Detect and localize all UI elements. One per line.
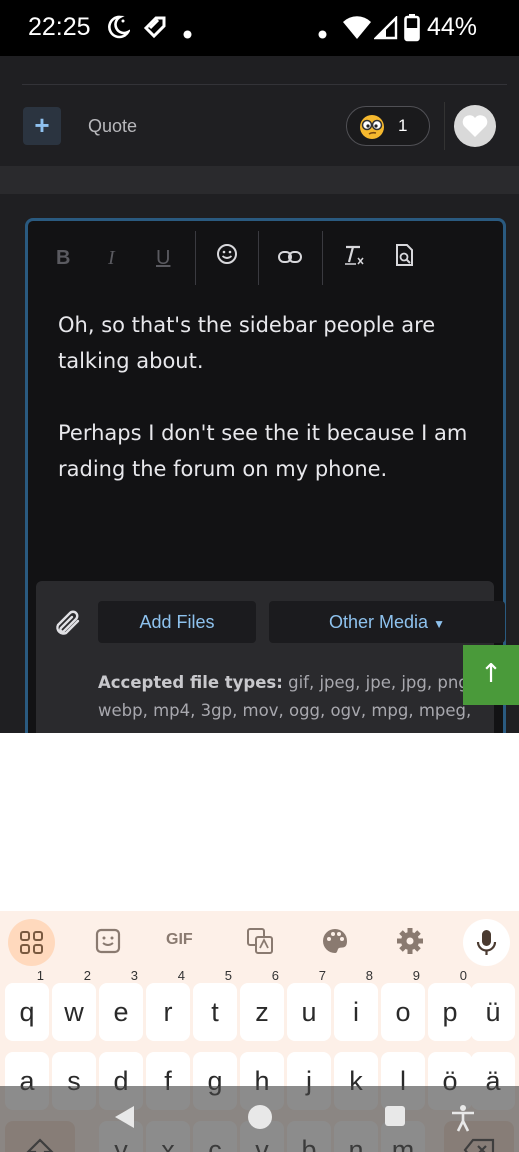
key-w[interactable]: w2 <box>52 969 96 1041</box>
multi-quote-plus-button[interactable]: + <box>23 107 61 145</box>
reaction-count: 1 <box>398 116 408 135</box>
editor-toolbar: B I U <box>28 221 503 291</box>
key-t[interactable]: t5 <box>193 969 237 1041</box>
key-label: w <box>64 997 84 1027</box>
other-media-dropdown[interactable]: Other Media ▼ <box>269 601 505 643</box>
other-media-label: Other Media <box>329 612 429 632</box>
key-label: o <box>395 997 411 1027</box>
key-label: ü <box>485 997 501 1027</box>
key-u-umlaut[interactable]: ü <box>471 983 515 1041</box>
key-z[interactable]: z6 <box>240 969 284 1041</box>
accepted-file-types: Accepted file types: gif, jpeg, jpe, jpg… <box>98 669 488 725</box>
keyboard-suggestion-bar: GIF <box>0 911 519 973</box>
tag-icon <box>142 14 168 44</box>
recents-icon[interactable] <box>383 1104 407 1132</box>
key-hint: 9 <box>412 968 420 983</box>
key-hint: 8 <box>365 968 373 983</box>
section-band <box>0 166 519 194</box>
post-footer: + Quote 1 <box>0 56 519 166</box>
apps-grid-button[interactable] <box>8 919 55 966</box>
apps-grid-icon <box>20 931 43 954</box>
key-label: p <box>442 997 458 1027</box>
dot-icon <box>318 24 327 43</box>
key-hint: 7 <box>318 968 326 983</box>
key-o[interactable]: o9 <box>381 969 425 1041</box>
wifi-icon <box>342 16 372 44</box>
translate-icon[interactable] <box>245 926 277 958</box>
mic-icon <box>476 930 497 955</box>
quote-link[interactable]: Quote <box>88 116 137 137</box>
sticker-icon[interactable] <box>93 926 125 958</box>
divider <box>22 84 507 85</box>
key-label: e <box>113 997 129 1027</box>
toolbar-separator <box>258 231 259 285</box>
bold-button[interactable]: B <box>56 247 70 270</box>
notification-dot-icon <box>183 24 192 43</box>
key-label: z <box>255 997 269 1027</box>
accepted-types-label: Accepted file types: <box>98 673 283 692</box>
palette-icon[interactable] <box>320 926 352 958</box>
preview-icon[interactable] <box>394 243 416 273</box>
do-not-disturb-moon-icon <box>106 14 132 44</box>
gif-button[interactable]: GIF <box>166 931 206 963</box>
editor-content[interactable]: Oh, so that's the sidebar people are tal… <box>58 307 488 523</box>
key-p[interactable]: p0 <box>428 969 472 1041</box>
key-q[interactable]: q1 <box>5 969 49 1041</box>
editor-paragraph: Perhaps I don't see the it because I am … <box>58 421 468 481</box>
cell-signal-icon <box>373 15 398 44</box>
key-label: i <box>353 997 359 1027</box>
key-i[interactable]: i8 <box>334 969 378 1041</box>
key-hint: 4 <box>177 968 185 983</box>
back-icon[interactable] <box>112 1104 136 1134</box>
thinking-emoji-icon <box>359 114 387 144</box>
emoji-icon[interactable] <box>216 243 238 271</box>
battery-icon <box>404 14 420 46</box>
toolbar-separator <box>322 231 323 285</box>
editor-paragraph: Oh, so that's the sidebar people are tal… <box>58 313 436 373</box>
mic-button[interactable] <box>463 919 510 966</box>
like-button[interactable] <box>454 105 496 147</box>
system-navigation-bar <box>0 1086 519 1152</box>
heart-icon <box>462 115 488 137</box>
key-hint: 6 <box>271 968 279 983</box>
key-hint: 1 <box>36 968 44 983</box>
status-bar: 22:25 44% <box>0 0 519 56</box>
settings-icon[interactable] <box>395 926 427 958</box>
scroll-to-top-button[interactable]: ↑ <box>463 645 519 705</box>
key-label: q <box>19 997 35 1027</box>
blank-area <box>0 733 519 911</box>
reaction-summary-button[interactable]: 1 <box>346 106 430 146</box>
key-hint: 2 <box>83 968 91 983</box>
clear-formatting-icon[interactable] <box>342 243 366 273</box>
link-icon[interactable] <box>278 247 302 270</box>
key-label: r <box>163 997 173 1027</box>
home-icon[interactable] <box>246 1103 274 1135</box>
key-label: u <box>301 997 317 1027</box>
status-time: 22:25 <box>28 13 91 41</box>
paperclip-icon <box>52 607 84 643</box>
key-e[interactable]: e3 <box>99 969 143 1041</box>
toolbar-separator <box>195 231 196 285</box>
italic-button[interactable]: I <box>108 247 115 270</box>
add-files-button[interactable]: Add Files <box>98 601 256 643</box>
key-hint: 5 <box>224 968 232 983</box>
forum-page: + Quote 1 B I U Oh, so that's the sideba… <box>0 56 519 733</box>
battery-percent: 44% <box>427 13 478 41</box>
key-hint: 0 <box>459 968 467 983</box>
separator <box>444 102 445 150</box>
key-u[interactable]: u7 <box>287 969 331 1041</box>
attachment-panel: Add Files Other Media ▼ Accepted file ty… <box>36 581 505 733</box>
caret-down-icon: ▼ <box>433 617 445 631</box>
accessibility-icon[interactable] <box>450 1104 476 1136</box>
key-r[interactable]: r4 <box>146 969 190 1041</box>
key-label: t <box>211 997 219 1027</box>
underline-button[interactable]: U <box>156 247 170 270</box>
key-hint: 3 <box>130 968 138 983</box>
